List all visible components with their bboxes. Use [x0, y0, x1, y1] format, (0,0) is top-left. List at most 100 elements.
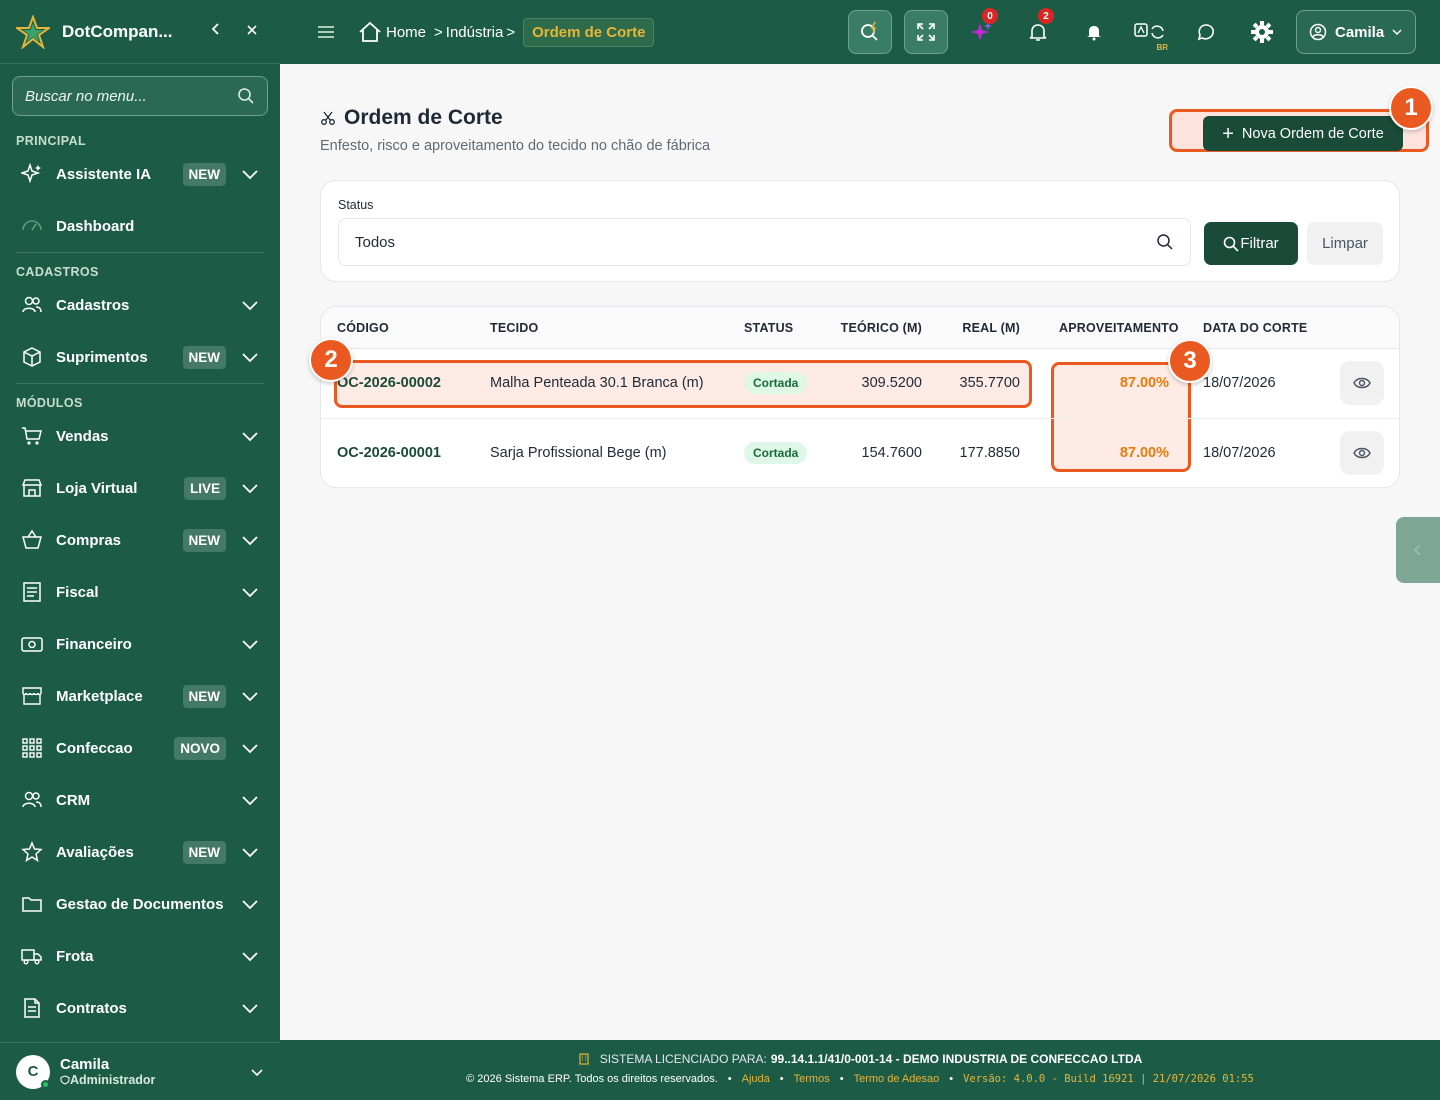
language-code: BR — [1156, 43, 1168, 52]
section-cadastros: CADASTROS — [16, 265, 99, 279]
view-button[interactable] — [1340, 361, 1384, 405]
sidebar-item-marketplace[interactable]: Marketplace NEW — [0, 670, 280, 722]
sparkle-icon — [20, 162, 44, 186]
sidebar-item-label: Fiscal — [56, 583, 99, 601]
cut-date: 18/07/2026 — [1203, 375, 1276, 391]
filter-button[interactable]: Filtrar — [1204, 222, 1298, 265]
sidebar-item-vendas[interactable]: Vendas — [0, 410, 280, 462]
chevron-down-icon — [242, 484, 258, 494]
status-filter-label: Status — [338, 198, 374, 212]
home-icon[interactable] — [358, 20, 382, 44]
sidebar-item-crm[interactable]: CRM — [0, 774, 280, 826]
order-code[interactable]: OC-2026-00002 — [337, 375, 441, 391]
sidebar-item-label: Compras — [56, 531, 122, 549]
status-badge: Cortada — [744, 372, 808, 394]
ai-insights-button[interactable]: 0 — [960, 8, 1004, 54]
fabric-name: Sarja Profissional Bege (m) — [490, 445, 667, 461]
sidebar-item-financeiro[interactable]: Financeiro — [0, 618, 280, 670]
sidebar-item-dashboard[interactable]: Dashboard — [0, 200, 280, 252]
scissors-icon — [321, 111, 335, 125]
new-badge: NEW — [182, 345, 226, 369]
new-cutting-order-button[interactable]: + Nova Ordem de Corte — [1203, 116, 1403, 151]
settings-button[interactable] — [1240, 10, 1284, 54]
col-tecido: TECIDO — [490, 321, 539, 335]
sidebar-item-cadastros[interactable]: Cadastros — [0, 279, 280, 331]
user-menu-button[interactable]: Camila — [1296, 10, 1416, 54]
new-badge: NEW — [182, 162, 226, 186]
order-code[interactable]: OC-2026-00001 — [337, 445, 441, 461]
quick-search-button[interactable] — [848, 10, 892, 54]
sidebar-item-confeccao[interactable]: Confeccao NOVO — [0, 722, 280, 774]
alerts-button[interactable] — [1072, 10, 1116, 54]
chevron-down-icon — [242, 640, 258, 650]
side-panel-toggle[interactable] — [1396, 517, 1440, 583]
col-status: STATUS — [744, 321, 794, 335]
status-badge: Cortada — [744, 442, 808, 464]
new-badge: NEW — [182, 528, 226, 552]
sidebar: DotCompan... PRINCIPAL Assistente IA NEW… — [0, 0, 280, 1100]
new-badge: NEW — [182, 840, 226, 864]
view-button[interactable] — [1340, 431, 1384, 475]
breadcrumb-industria[interactable]: Indústria — [446, 24, 504, 41]
separator-dot: • — [949, 1073, 954, 1085]
user-name: Camila — [60, 1056, 110, 1073]
chevron-down-icon — [242, 744, 258, 754]
sidebar-item-frota[interactable]: Frota — [0, 930, 280, 982]
sidebar-item-avaliacoes[interactable]: Avaliações NEW — [0, 826, 280, 878]
page-title: Ordem de Corte — [320, 106, 503, 130]
help-link[interactable]: Ajuda — [742, 1073, 770, 1085]
filter-card: Status Todos Filtrar Limpar — [320, 180, 1400, 282]
col-codigo: CÓDIGO — [337, 321, 389, 335]
status-select[interactable]: Todos — [338, 218, 1191, 266]
breadcrumb: Home > Indústria > Ordem de Corte — [358, 17, 655, 47]
chevron-down-icon — [242, 900, 258, 910]
sidebar-item-label: Loja Virtual — [56, 479, 138, 497]
collapse-sidebar-button[interactable] — [204, 22, 228, 41]
sidebar-item-contratos[interactable]: Contratos — [0, 982, 280, 1034]
version-text: Versão: 4.0.0 - Build 16921 | 21/07/2026… — [963, 1073, 1254, 1085]
chevron-left-icon — [211, 23, 219, 35]
shop-icon — [20, 684, 44, 708]
breadcrumb-home[interactable]: Home — [386, 24, 426, 41]
sidebar-item-loja-virtual[interactable]: Loja Virtual LIVE — [0, 462, 280, 514]
fullscreen-button[interactable] — [904, 10, 948, 54]
table-row[interactable]: OC-2026-00002 Malha Penteada 30.1 Branca… — [321, 349, 1399, 418]
eye-icon — [1353, 447, 1371, 459]
breadcrumb-current: Ordem de Corte — [523, 17, 655, 47]
hamburger-menu-icon[interactable] — [314, 24, 338, 40]
chevron-down-icon — [242, 952, 258, 962]
user-circle-icon — [1309, 23, 1327, 41]
ai-count-badge: 0 — [982, 8, 998, 24]
sidebar-item-compras[interactable]: Compras NEW — [0, 514, 280, 566]
language-button[interactable]: BR — [1128, 10, 1172, 54]
sidebar-item-assistente-ia[interactable]: Assistente IA NEW — [0, 148, 280, 200]
cutting-orders-table: CÓDIGO TECIDO STATUS TEÓRICO (M) REAL (M… — [309, 306, 1400, 488]
copyright-text: © 2026 Sistema ERP. Todos os direitos re… — [466, 1073, 718, 1085]
status-select-value: Todos — [355, 233, 396, 251]
sidebar-item-fiscal[interactable]: Fiscal — [0, 566, 280, 618]
sidebar-item-suprimentos[interactable]: Suprimentos NEW — [0, 331, 280, 383]
whatsapp-button[interactable] — [1184, 10, 1228, 54]
sidebar-item-gestao-documentos[interactable]: Gestao de Documentos — [0, 878, 280, 930]
footer-links: © 2026 Sistema ERP. Todos os direitos re… — [280, 1073, 1440, 1085]
clear-button[interactable]: Limpar — [1307, 222, 1383, 265]
cut-date: 18/07/2026 — [1203, 445, 1276, 461]
step-marker-2: 2 — [309, 338, 353, 382]
search-icon[interactable] — [237, 87, 255, 105]
menu-search-input[interactable] — [25, 87, 237, 105]
search-bolt-icon — [861, 21, 878, 41]
cart-icon — [20, 424, 44, 448]
terms-link[interactable]: Termos — [794, 1073, 830, 1085]
adhesion-terms-link[interactable]: Termo de Adesao — [854, 1073, 940, 1085]
star-logo-icon — [16, 14, 50, 49]
expand-icon — [917, 23, 935, 41]
sidebar-user[interactable]: C Camila Administrador — [0, 1042, 280, 1100]
new-button-label: Nova Ordem de Corte — [1241, 125, 1384, 142]
gear-icon — [1251, 21, 1273, 43]
notifications-button[interactable]: 2 — [1016, 8, 1060, 54]
box-icon — [20, 345, 44, 369]
table-row[interactable]: OC-2026-00001 Sarja Profissional Bege (m… — [321, 418, 1399, 487]
close-sidebar-button[interactable] — [240, 23, 264, 41]
sidebar-header: DotCompan... — [0, 0, 280, 64]
money-icon — [20, 632, 44, 656]
